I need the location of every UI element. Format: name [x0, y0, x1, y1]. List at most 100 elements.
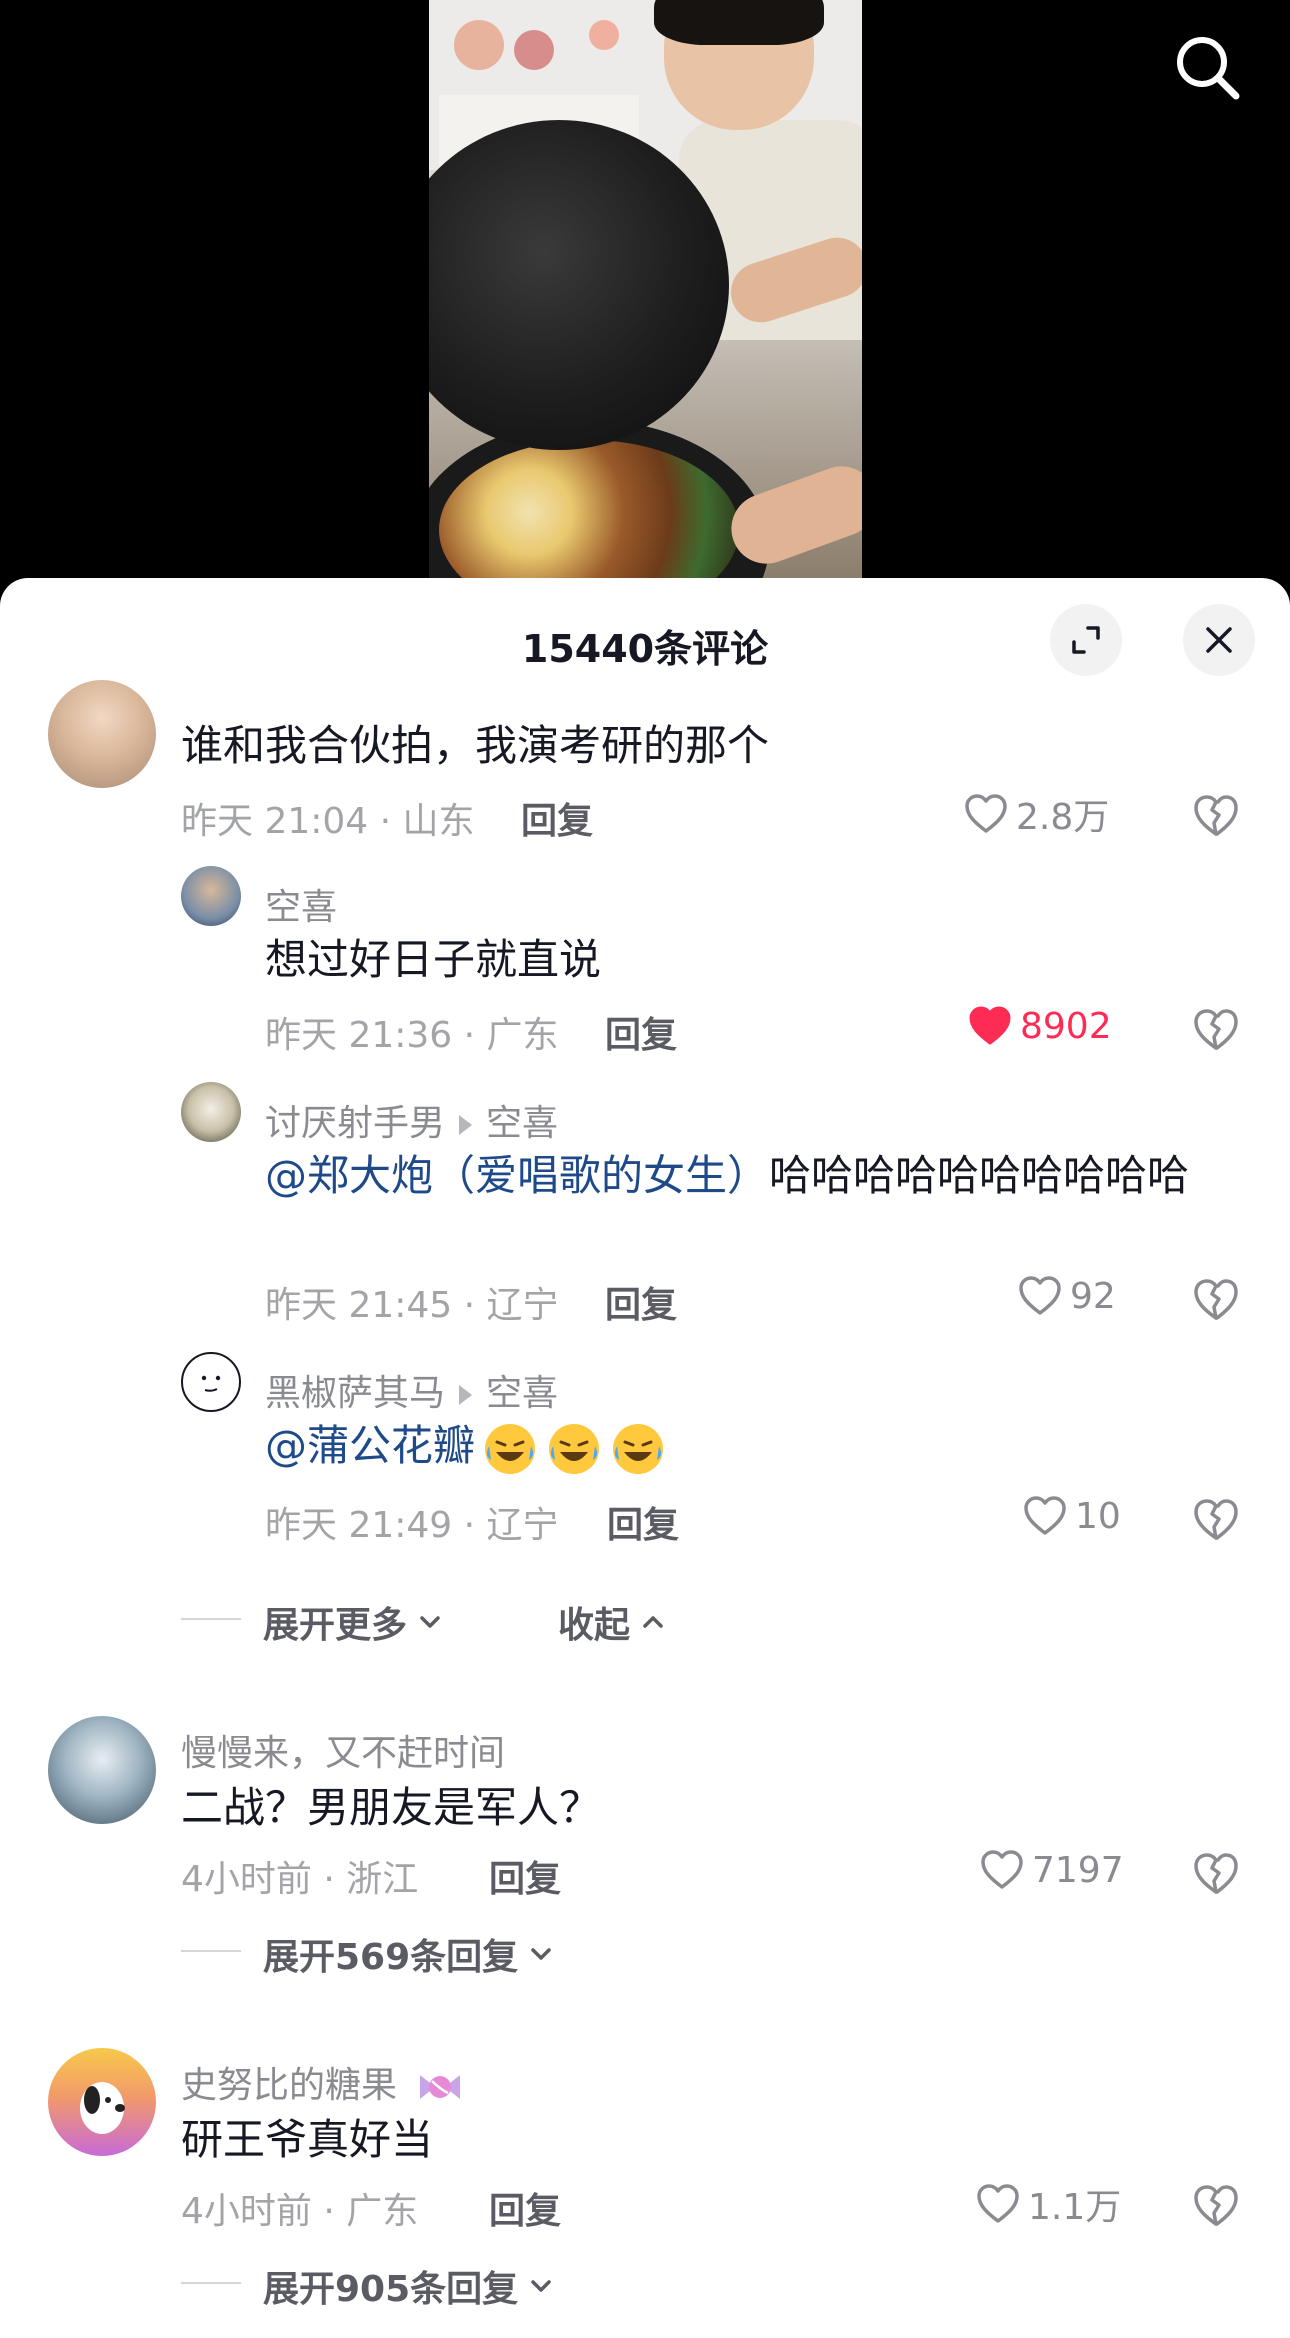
- broken-heart-icon: [1194, 1499, 1238, 1540]
- reply-arrow-icon: [459, 1115, 473, 1135]
- dislike-button[interactable]: [1190, 790, 1242, 842]
- reply-button[interactable]: 回复: [489, 2182, 561, 2234]
- comment-time: 昨天 21:04: [181, 801, 369, 842]
- avatar[interactable]: [181, 1352, 241, 1412]
- mention-link[interactable]: @郑大炮（爱唱歌的女生）: [265, 1151, 769, 1200]
- comment-time: 4小时前: [181, 2191, 312, 2232]
- laugh-cry-emoji-icon: [485, 1423, 536, 1474]
- avatar[interactable]: [181, 1082, 241, 1142]
- expand-replies-button[interactable]: 展开905条回复: [263, 2260, 556, 2312]
- comment-location: 浙江: [346, 1859, 419, 1900]
- reply-button[interactable]: 回复: [607, 1496, 679, 1548]
- divider-line: [181, 2282, 241, 2284]
- comment-meta: 4小时前 · 浙江: [181, 1859, 419, 1900]
- like-count: 2.8万: [1016, 797, 1110, 838]
- divider-line: [181, 1950, 241, 1952]
- broken-heart-icon: [1194, 795, 1238, 836]
- comment-location: 山东: [402, 801, 475, 842]
- expand-more-button[interactable]: 展开更多: [263, 1596, 445, 1648]
- like-button[interactable]: 1.1万: [974, 2178, 1121, 2230]
- heart-icon: [965, 794, 1007, 833]
- reply-button[interactable]: 回复: [521, 792, 593, 844]
- reply-text-body: 哈哈哈哈哈哈哈哈哈哈: [769, 1151, 1190, 1200]
- candy-icon: [420, 2075, 461, 2099]
- expand-sheet-button[interactable]: [1050, 604, 1122, 676]
- comment-meta: 昨天 21:04 · 山东: [181, 801, 475, 842]
- laugh-cry-emoji-icon: [613, 1423, 664, 1474]
- dislike-button[interactable]: [1190, 1494, 1242, 1546]
- collapse-label: 收起: [558, 1605, 631, 1646]
- like-count: 7197: [1032, 1849, 1124, 1891]
- comment-username-line: 史努比的糖果: [181, 2056, 466, 2108]
- like-count: 10: [1075, 1495, 1121, 1537]
- reply-meta: 昨天 21:36 · 广东: [265, 1015, 559, 1056]
- like-count: 1.1万: [1028, 2187, 1122, 2228]
- reply-text: @蒲公花瓣: [265, 1418, 667, 1478]
- reply-username[interactable]: 讨厌射手男: [265, 1103, 445, 1144]
- video-flower: [514, 30, 554, 70]
- video-player[interactable]: [0, 0, 1290, 600]
- dislike-button[interactable]: [1190, 1274, 1242, 1326]
- expand-replies-button[interactable]: 展开569条回复: [263, 1928, 556, 1980]
- reply-meta: 昨天 21:45 · 辽宁: [265, 1285, 559, 1326]
- reply-text: 想过好日子就直说: [265, 935, 602, 984]
- heart-icon: [977, 2184, 1019, 2223]
- reply-username[interactable]: 空喜: [265, 878, 337, 930]
- reply-location: 辽宁: [486, 1505, 559, 1546]
- reply-button[interactable]: 回复: [489, 1850, 561, 1902]
- reply-username-line: 黑椒萨其马 空喜: [265, 1364, 558, 1416]
- mention-link[interactable]: @蒲公花瓣: [265, 1421, 475, 1470]
- video-frame[interactable]: [429, 0, 862, 585]
- reply-time: 昨天 21:36: [265, 1015, 453, 1056]
- heart-icon: [1019, 1276, 1061, 1315]
- snoopy-avatar-icon: [80, 2082, 125, 2134]
- smiley-face-icon: [201, 1375, 221, 1392]
- avatar[interactable]: [48, 1716, 156, 1824]
- search-icon: [1177, 37, 1240, 100]
- reply-time: 昨天 21:49: [265, 1505, 453, 1546]
- broken-heart-icon: [1194, 1279, 1238, 1320]
- reply-button[interactable]: 回复: [605, 1276, 677, 1328]
- chevron-down-icon: [531, 2280, 551, 2292]
- comment-username[interactable]: 史努比的糖果: [181, 2065, 397, 2106]
- like-button[interactable]: 10: [1021, 1492, 1121, 1540]
- heart-icon: [1024, 1496, 1066, 1535]
- expand-replies-label: 展开905条回复: [263, 2269, 519, 2310]
- reply-username[interactable]: 黑椒萨其马: [265, 1373, 445, 1414]
- reply-to-username[interactable]: 空喜: [486, 1103, 558, 1144]
- comment-text: 二战？男朋友是军人？: [181, 1783, 602, 1832]
- laugh-cry-emoji-icon: [549, 1423, 600, 1474]
- divider-line: [181, 1618, 241, 1620]
- chevron-down-icon: [420, 1616, 440, 1628]
- dislike-button[interactable]: [1190, 1004, 1242, 1056]
- like-count: 8902: [1020, 1005, 1112, 1047]
- dislike-button[interactable]: [1190, 2180, 1242, 2232]
- broken-heart-icon: [1194, 1853, 1238, 1894]
- reply-to-username[interactable]: 空喜: [486, 1373, 558, 1414]
- avatar[interactable]: [48, 2048, 156, 2156]
- chevron-up-icon: [643, 1616, 663, 1628]
- like-button[interactable]: 92: [1016, 1272, 1116, 1320]
- avatar[interactable]: [48, 680, 156, 788]
- collapse-button[interactable]: 收起: [558, 1596, 668, 1648]
- avatar[interactable]: [181, 866, 241, 926]
- like-button[interactable]: 7197: [978, 1846, 1124, 1894]
- comment-location: 广东: [346, 2191, 419, 2232]
- search-button[interactable]: [1170, 30, 1246, 106]
- expand-more-label: 展开更多: [263, 1605, 408, 1646]
- comment-username[interactable]: 慢慢来，又不赶时间: [181, 1724, 505, 1776]
- like-button[interactable]: 2.8万: [962, 788, 1109, 840]
- reply-button[interactable]: 回复: [605, 1006, 677, 1058]
- reply-location: 广东: [486, 1015, 559, 1056]
- dislike-button[interactable]: [1190, 1848, 1242, 1900]
- like-button[interactable]: 8902: [966, 1002, 1112, 1050]
- chevron-down-icon: [531, 1948, 551, 1960]
- video-person-hair: [654, 0, 824, 45]
- reply-meta: 昨天 21:49 · 辽宁: [265, 1505, 559, 1546]
- reply-location: 辽宁: [486, 1285, 559, 1326]
- broken-heart-icon: [1194, 2185, 1238, 2226]
- reply-arrow-icon: [459, 1385, 473, 1405]
- close-sheet-button[interactable]: [1183, 604, 1255, 676]
- expand-icon: [1072, 626, 1100, 654]
- reply-time: 昨天 21:45: [265, 1285, 453, 1326]
